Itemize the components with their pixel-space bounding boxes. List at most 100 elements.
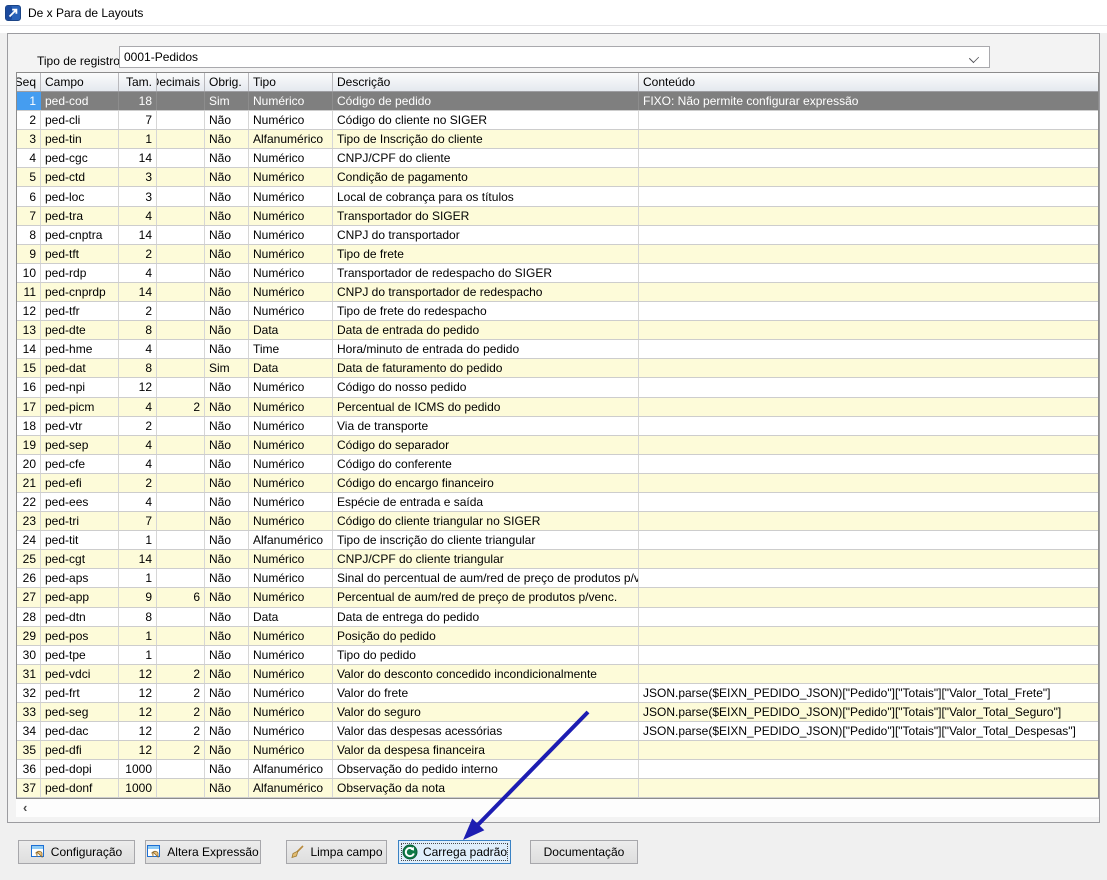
table-row[interactable]: 18ped-vtr2NãoNuméricoVia de transporte <box>17 417 1098 436</box>
table-row[interactable]: 6ped-loc3NãoNuméricoLocal de cobrança pa… <box>17 187 1098 206</box>
cell-seq: 6 <box>17 187 41 205</box>
button-label: Altera Expressão <box>167 845 258 859</box>
tipo-registro-select[interactable]: 0001-Pedidos <box>119 46 990 68</box>
table-row[interactable]: 22ped-ees4NãoNuméricoEspécie de entrada … <box>17 493 1098 512</box>
table-row[interactable]: 15ped-dat8SimDataData de faturamento do … <box>17 359 1098 378</box>
table-row[interactable]: 11ped-cnprdp14NãoNuméricoCNPJ do transpo… <box>17 283 1098 302</box>
table-row[interactable]: 10ped-rdp4NãoNuméricoTransportador de re… <box>17 264 1098 283</box>
table-row[interactable]: 21ped-efi2NãoNuméricoCódigo do encargo f… <box>17 474 1098 493</box>
cell-decimais <box>157 627 205 645</box>
cell-tam: 8 <box>119 608 157 626</box>
cell-campo: ped-seg <box>41 703 119 721</box>
table-row[interactable]: 34ped-dac122NãoNuméricoValor das despesa… <box>17 722 1098 741</box>
table-row[interactable]: 29ped-pos1NãoNuméricoPosição do pedido <box>17 627 1098 646</box>
table-row[interactable]: 13ped-dte8NãoDataData de entrada do pedi… <box>17 321 1098 340</box>
table-row[interactable]: 17ped-picm42NãoNuméricoPercentual de ICM… <box>17 398 1098 417</box>
table-row[interactable]: 35ped-dfi122NãoNuméricoValor da despesa … <box>17 741 1098 760</box>
cell-obrig: Não <box>205 283 249 301</box>
table-row[interactable]: 20ped-cfe4NãoNuméricoCódigo do conferent… <box>17 455 1098 474</box>
cell-conteudo <box>639 359 1098 377</box>
table-row[interactable]: 14ped-hme4NãoTimeHora/minuto de entrada … <box>17 340 1098 359</box>
scroll-left-icon[interactable]: ‹ <box>23 801 27 815</box>
table-row[interactable]: 8ped-cnptra14NãoNuméricoCNPJ do transpor… <box>17 226 1098 245</box>
carrega-padrao-button[interactable]: Carrega padrão <box>398 840 511 864</box>
cell-conteudo <box>639 493 1098 511</box>
cell-descricao: Data de entrada do pedido <box>333 321 639 339</box>
table-row[interactable]: 26ped-aps1NãoNuméricoSinal do percentual… <box>17 569 1098 588</box>
table-row[interactable]: 9ped-tft2NãoNuméricoTipo de frete <box>17 245 1098 264</box>
table-row[interactable]: 36ped-dopi1000NãoAlfanuméricoObservação … <box>17 760 1098 779</box>
column-header-tam[interactable]: Tam. <box>119 73 157 91</box>
table-row[interactable]: 1ped-cod18SimNuméricoCódigo de pedidoFIX… <box>17 92 1098 111</box>
cell-seq: 5 <box>17 168 41 186</box>
grid-body: 1ped-cod18SimNuméricoCódigo de pedidoFIX… <box>17 92 1098 798</box>
cell-decimais <box>157 550 205 568</box>
cell-tipo: Numérico <box>249 207 333 225</box>
cell-campo: ped-aps <box>41 569 119 587</box>
cell-descricao: Valor do desconto concedido incondiciona… <box>333 665 639 683</box>
cell-descricao: Hora/minuto de entrada do pedido <box>333 340 639 358</box>
column-header-descricao[interactable]: Descrição <box>333 73 639 91</box>
cell-tipo: Numérico <box>249 569 333 587</box>
cell-tam: 4 <box>119 340 157 358</box>
cell-tam: 12 <box>119 703 157 721</box>
cell-tipo: Numérico <box>249 92 333 110</box>
cell-descricao: Valor do frete <box>333 684 639 702</box>
column-header-tipo[interactable]: Tipo <box>249 73 333 91</box>
table-row[interactable]: 33ped-seg122NãoNuméricoValor do seguroJS… <box>17 703 1098 722</box>
cell-conteudo <box>639 436 1098 454</box>
limpa-campo-button[interactable]: Limpa campo <box>286 840 387 864</box>
cell-decimais <box>157 455 205 473</box>
cell-decimais: 6 <box>157 588 205 606</box>
table-row[interactable]: 19ped-sep4NãoNuméricoCódigo do separador <box>17 436 1098 455</box>
table-row[interactable]: 27ped-app96NãoNuméricoPercentual de aum/… <box>17 588 1098 607</box>
cell-decimais <box>157 92 205 110</box>
cell-campo: ped-loc <box>41 187 119 205</box>
cell-tipo: Numérico <box>249 245 333 263</box>
configuracao-button[interactable]: Configuração <box>18 840 135 864</box>
cell-descricao: Data de faturamento do pedido <box>333 359 639 377</box>
column-header-seq[interactable]: Seq <box>17 73 41 91</box>
altera-expressao-button[interactable]: Altera Expressão <box>145 840 261 864</box>
cell-obrig: Não <box>205 665 249 683</box>
cell-decimais <box>157 378 205 396</box>
table-row[interactable]: 4ped-cgc14NãoNuméricoCNPJ/CPF do cliente <box>17 149 1098 168</box>
table-row[interactable]: 12ped-tfr2NãoNuméricoTipo de frete do re… <box>17 302 1098 321</box>
cell-decimais <box>157 264 205 282</box>
table-row[interactable]: 32ped-frt122NãoNuméricoValor do freteJSO… <box>17 684 1098 703</box>
cell-obrig: Não <box>205 474 249 492</box>
table-row[interactable]: 16ped-npi12NãoNuméricoCódigo do nosso pe… <box>17 378 1098 397</box>
table-row[interactable]: 3ped-tin1NãoAlfanuméricoTipo de Inscriçã… <box>17 130 1098 149</box>
table-row[interactable]: 24ped-tit1NãoAlfanuméricoTipo de inscriç… <box>17 531 1098 550</box>
column-header-decimais[interactable]: Decimais <box>157 73 205 91</box>
cell-decimais <box>157 207 205 225</box>
column-header-conteudo[interactable]: Conteúdo <box>639 73 1098 91</box>
cell-descricao: Sinal do percentual de aum/red de preço … <box>333 569 639 587</box>
cell-campo: ped-rdp <box>41 264 119 282</box>
column-header-campo[interactable]: Campo <box>41 73 119 91</box>
cell-conteudo <box>639 760 1098 778</box>
cell-campo: ped-efi <box>41 474 119 492</box>
cell-decimais <box>157 130 205 148</box>
table-row[interactable]: 31ped-vdci122NãoNuméricoValor do descont… <box>17 665 1098 684</box>
table-row[interactable]: 37ped-donf1000NãoAlfanuméricoObservação … <box>17 779 1098 798</box>
cell-tipo: Numérico <box>249 722 333 740</box>
table-row[interactable]: 7ped-tra4NãoNuméricoTransportador do SIG… <box>17 207 1098 226</box>
table-row[interactable]: 23ped-tri7NãoNuméricoCódigo do cliente t… <box>17 512 1098 531</box>
table-row[interactable]: 5ped-ctd3NãoNuméricoCondição de pagament… <box>17 168 1098 187</box>
table-row[interactable]: 2ped-cli7NãoNuméricoCódigo do cliente no… <box>17 111 1098 130</box>
cell-obrig: Não <box>205 703 249 721</box>
cell-decimais <box>157 111 205 129</box>
cell-tipo: Numérico <box>249 111 333 129</box>
cell-seq: 8 <box>17 226 41 244</box>
cell-conteudo <box>639 779 1098 797</box>
chevron-down-icon[interactable] <box>970 53 979 62</box>
column-header-obrig[interactable]: Obrig. <box>205 73 249 91</box>
cell-obrig: Não <box>205 264 249 282</box>
horizontal-scrollbar[interactable]: ‹ <box>16 799 1099 817</box>
documentacao-button[interactable]: Documentação <box>530 840 638 864</box>
table-row[interactable]: 28ped-dtn8NãoDataData de entrega do pedi… <box>17 608 1098 627</box>
table-row[interactable]: 30ped-tpe1NãoNuméricoTipo do pedido <box>17 646 1098 665</box>
table-row[interactable]: 25ped-cgt14NãoNuméricoCNPJ/CPF do client… <box>17 550 1098 569</box>
cell-tam: 9 <box>119 588 157 606</box>
